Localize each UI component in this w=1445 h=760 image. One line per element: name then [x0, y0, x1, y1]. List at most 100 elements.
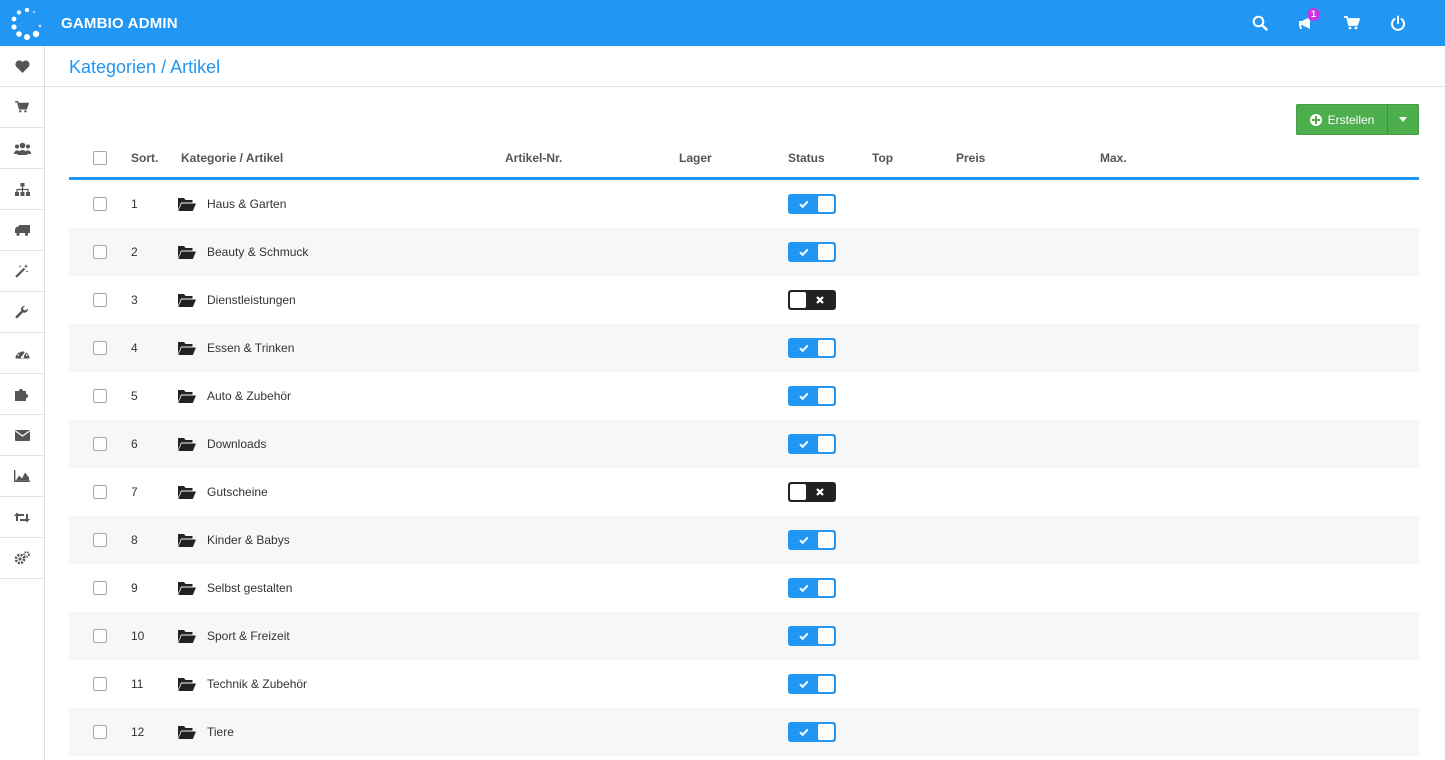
check-icon — [799, 632, 809, 641]
sidebar-item-shipping[interactable] — [0, 210, 44, 251]
check-icon — [799, 680, 809, 689]
header-sort[interactable]: Sort. — [131, 151, 158, 165]
create-button[interactable]: Erstellen — [1296, 104, 1387, 135]
row-category-name[interactable]: Kinder & Babys — [207, 533, 290, 547]
table-row: 11 Technik & Zubehör — [69, 660, 1419, 708]
toggle-knob — [818, 532, 834, 548]
row-checkbox[interactable] — [93, 245, 107, 259]
row-checkbox[interactable] — [93, 677, 107, 691]
row-checkbox[interactable] — [93, 341, 107, 355]
check-icon — [799, 440, 809, 449]
row-category-name[interactable]: Selbst gestalten — [207, 581, 292, 595]
row-category-name[interactable]: Auto & Zubehör — [207, 389, 291, 403]
sidebar — [0, 46, 45, 760]
table-body: 1 Haus & Garten 2 Beauty & Schmuck 3 Die… — [69, 180, 1419, 756]
status-toggle[interactable] — [788, 194, 836, 214]
status-toggle[interactable] — [788, 530, 836, 550]
row-category-name[interactable]: Essen & Trinken — [207, 341, 294, 355]
check-icon — [799, 584, 809, 593]
status-toggle[interactable] — [788, 386, 836, 406]
header-max[interactable]: Max. — [1100, 151, 1127, 165]
header-top[interactable]: Top — [872, 151, 893, 165]
row-category-name[interactable]: Haus & Garten — [207, 197, 286, 211]
row-sort: 1 — [131, 197, 138, 211]
status-toggle[interactable] — [788, 626, 836, 646]
status-toggle[interactable] — [788, 242, 836, 262]
status-toggle[interactable] — [788, 434, 836, 454]
sidebar-item-statistics[interactable] — [0, 456, 44, 497]
sidebar-item-dashboard[interactable] — [0, 333, 44, 374]
status-toggle[interactable] — [788, 722, 836, 742]
megaphone-icon[interactable]: 1 — [1295, 8, 1320, 34]
top-bar: GAMBIO ADMIN 1 — [0, 0, 1445, 46]
row-checkbox[interactable] — [93, 533, 107, 547]
row-checkbox[interactable] — [93, 293, 107, 307]
status-toggle[interactable] — [788, 290, 836, 310]
gambio-logo-icon[interactable] — [10, 6, 44, 40]
cart-icon — [15, 101, 29, 113]
table-row: 1 Haus & Garten — [69, 180, 1419, 228]
row-checkbox[interactable] — [93, 725, 107, 739]
row-sort: 4 — [131, 341, 138, 355]
row-category-name[interactable]: Beauty & Schmuck — [207, 245, 308, 259]
row-category-name[interactable]: Gutscheine — [207, 485, 268, 499]
check-icon — [799, 248, 809, 257]
sidebar-item-imports[interactable] — [0, 497, 44, 538]
table-row: 4 Essen & Trinken — [69, 324, 1419, 372]
sidebar-item-categories[interactable] — [0, 169, 44, 210]
row-sort: 12 — [131, 725, 145, 739]
row-checkbox[interactable] — [93, 629, 107, 643]
row-category-name[interactable]: Tiere — [207, 725, 234, 739]
search-icon[interactable] — [1249, 12, 1271, 34]
select-all-checkbox[interactable] — [93, 151, 107, 165]
row-checkbox[interactable] — [93, 485, 107, 499]
row-checkbox[interactable] — [93, 581, 107, 595]
toggle-knob — [818, 628, 834, 644]
row-category-name[interactable]: Sport & Freizeit — [207, 629, 290, 643]
folder-open-icon — [178, 630, 196, 643]
cart-icon[interactable] — [1341, 12, 1363, 34]
table-row: 2 Beauty & Schmuck — [69, 228, 1419, 276]
plus-circle-icon — [1309, 113, 1322, 126]
toggle-knob — [790, 292, 806, 308]
status-toggle[interactable] — [788, 338, 836, 358]
folder-open-icon — [178, 438, 196, 451]
x-icon — [816, 296, 824, 304]
header-price[interactable]: Preis — [956, 151, 985, 165]
check-icon — [799, 200, 809, 209]
sidebar-item-orders[interactable] — [0, 87, 44, 128]
power-icon[interactable] — [1387, 12, 1409, 34]
header-article-no[interactable]: Artikel-Nr. — [505, 151, 562, 165]
create-button-label: Erstellen — [1327, 112, 1375, 127]
wrench-icon — [15, 305, 29, 319]
users-icon — [13, 142, 31, 155]
sidebar-item-favorites[interactable] — [0, 46, 44, 87]
toggle-knob — [818, 196, 834, 212]
header-category[interactable]: Kategorie / Artikel — [181, 151, 283, 165]
sidebar-item-customers[interactable] — [0, 128, 44, 169]
row-checkbox[interactable] — [93, 197, 107, 211]
row-checkbox[interactable] — [93, 389, 107, 403]
header-status[interactable]: Status — [788, 151, 825, 165]
row-sort: 10 — [131, 629, 145, 643]
dashboard-icon — [15, 349, 29, 358]
row-sort: 9 — [131, 581, 138, 595]
table-row: 5 Auto & Zubehör — [69, 372, 1419, 420]
create-dropdown-toggle[interactable] — [1387, 104, 1419, 135]
sidebar-item-emails[interactable] — [0, 415, 44, 456]
cogs-icon — [14, 551, 30, 565]
row-checkbox[interactable] — [93, 437, 107, 451]
row-category-name[interactable]: Technik & Zubehör — [207, 677, 307, 691]
status-toggle[interactable] — [788, 674, 836, 694]
status-toggle[interactable] — [788, 482, 836, 502]
header-stock[interactable]: Lager — [679, 151, 712, 165]
row-category-name[interactable]: Dienstleistungen — [207, 293, 296, 307]
status-toggle[interactable] — [788, 578, 836, 598]
caret-down-icon — [1399, 117, 1407, 122]
notification-badge: 1 — [1307, 8, 1320, 21]
sidebar-item-settings[interactable] — [0, 538, 44, 579]
sidebar-item-marketing[interactable] — [0, 251, 44, 292]
row-category-name[interactable]: Downloads — [207, 437, 266, 451]
sidebar-item-tools[interactable] — [0, 292, 44, 333]
sidebar-item-modules[interactable] — [0, 374, 44, 415]
